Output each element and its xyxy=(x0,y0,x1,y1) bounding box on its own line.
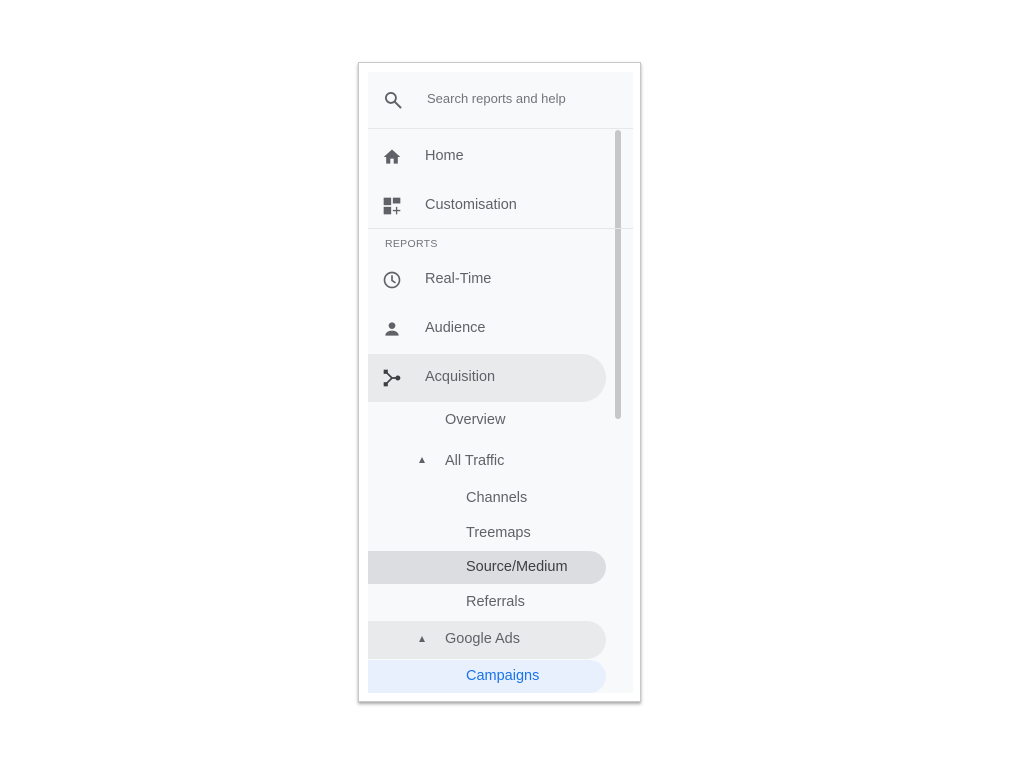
sidebar-subitem-referrals[interactable]: Referrals xyxy=(368,586,606,619)
acquisition-icon xyxy=(382,368,402,388)
sidebar-item-label: Treemaps xyxy=(466,525,531,541)
sidebar-item-label: Referrals xyxy=(466,594,525,610)
home-icon xyxy=(382,147,402,167)
sidebar-item-label: Campaigns xyxy=(466,668,540,684)
search-input[interactable]: Search reports and help xyxy=(427,91,566,106)
person-icon xyxy=(382,319,402,339)
sidebar-item-label: Source/Medium xyxy=(466,559,568,575)
collapse-triangle-icon xyxy=(419,457,425,463)
sidebar-item-label: Customisation xyxy=(425,197,517,213)
sidebar-item-label: Channels xyxy=(466,490,528,506)
sidebar-item-audience[interactable]: Audience xyxy=(368,305,606,353)
navigation-window: Search reports and help Home Customisati… xyxy=(358,62,641,702)
collapse-triangle-icon xyxy=(419,636,425,642)
sidebar-item-label: All Traffic xyxy=(445,453,505,469)
section-label-reports: REPORTS xyxy=(385,238,438,250)
sidebar-subitem-treemaps[interactable]: Treemaps xyxy=(368,517,606,550)
divider xyxy=(368,228,633,229)
scrollbar[interactable] xyxy=(615,130,621,419)
sidebar-item-customisation[interactable]: Customisation xyxy=(368,182,606,230)
sidebar-item-label: Overview xyxy=(445,412,506,428)
sidebar-item-label: Audience xyxy=(425,320,486,336)
search-icon xyxy=(383,90,403,110)
sidebar-item-label: Real-Time xyxy=(425,271,492,287)
sidebar-subitem-overview[interactable]: Overview xyxy=(368,404,606,437)
sidebar-item-label: Google Ads xyxy=(445,631,520,647)
search-bar[interactable]: Search reports and help xyxy=(368,72,633,129)
sidebar-group-all-traffic[interactable]: All Traffic xyxy=(368,445,606,478)
sidebar-panel: Search reports and help Home Customisati… xyxy=(368,72,633,693)
clock-icon xyxy=(382,270,402,290)
sidebar-item-label: Acquisition xyxy=(425,369,496,385)
dashboard-add-icon xyxy=(382,196,402,216)
sidebar-item-label: Home xyxy=(425,148,464,164)
sidebar-subitem-source-medium[interactable]: Source/Medium xyxy=(368,551,606,584)
sidebar-item-acquisition[interactable]: Acquisition xyxy=(368,354,606,402)
sidebar-subitem-channels[interactable]: Channels xyxy=(368,482,606,515)
sidebar-subitem-campaigns[interactable]: Campaigns xyxy=(368,660,606,693)
sidebar-item-home[interactable]: Home xyxy=(368,133,606,181)
sidebar-group-google-ads[interactable]: Google Ads xyxy=(368,621,606,659)
sidebar-item-real-time[interactable]: Real-Time xyxy=(368,256,606,304)
